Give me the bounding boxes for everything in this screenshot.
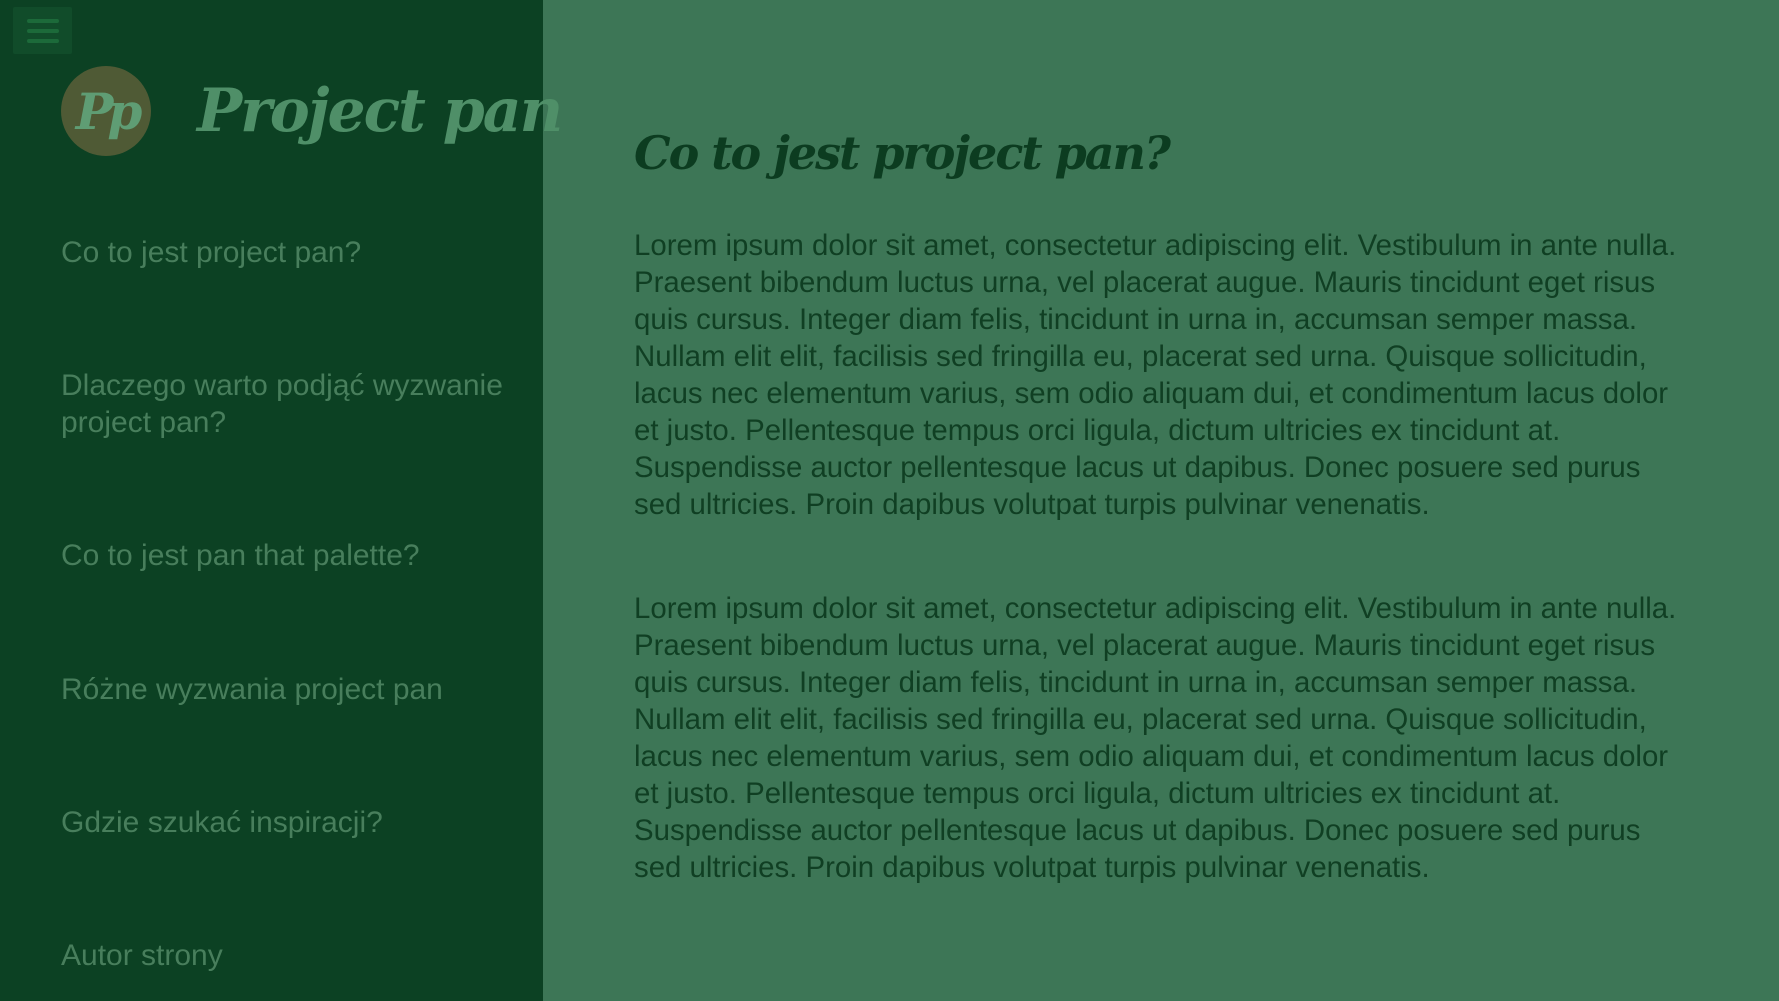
nav-item-co-to-jest[interactable]: Co to jest project pan? (61, 234, 511, 271)
sidebar: Pp Project pan Co to jest project pan? D… (0, 0, 563, 1001)
paragraph: Lorem ipsum dolor sit amet, consectetur … (634, 592, 1677, 884)
nav-item-inspiracje[interactable]: Gdzie szukać inspiracji? (61, 804, 511, 841)
menu-bar-middle (27, 29, 59, 33)
brand[interactable]: Pp Project pan (61, 66, 563, 156)
logo-icon: Pp (61, 66, 151, 156)
nav-item-rozne-wyzwania[interactable]: Różne wyzwania project pan (61, 671, 511, 708)
logo-text: Pp (75, 81, 143, 141)
hamburger-menu-icon[interactable] (13, 7, 72, 54)
nav-item-dlaczego-warto[interactable]: Dlaczego warto podjąć wyzwanie project p… (61, 367, 511, 441)
menu-bar-top (27, 19, 59, 23)
nav-item-autor[interactable]: Autor strony (61, 937, 511, 974)
nav-item-pan-that-palette[interactable]: Co to jest pan that palette? (61, 537, 511, 574)
site-title: Project pan (197, 76, 563, 146)
paragraph: Lorem ipsum dolor sit amet, consectetur … (634, 229, 1677, 521)
menu-bar-bottom (27, 39, 59, 43)
section-heading: Co to jest project pan? (634, 126, 1171, 180)
page: Pp Project pan Co to jest project pan? D… (0, 0, 1779, 1001)
